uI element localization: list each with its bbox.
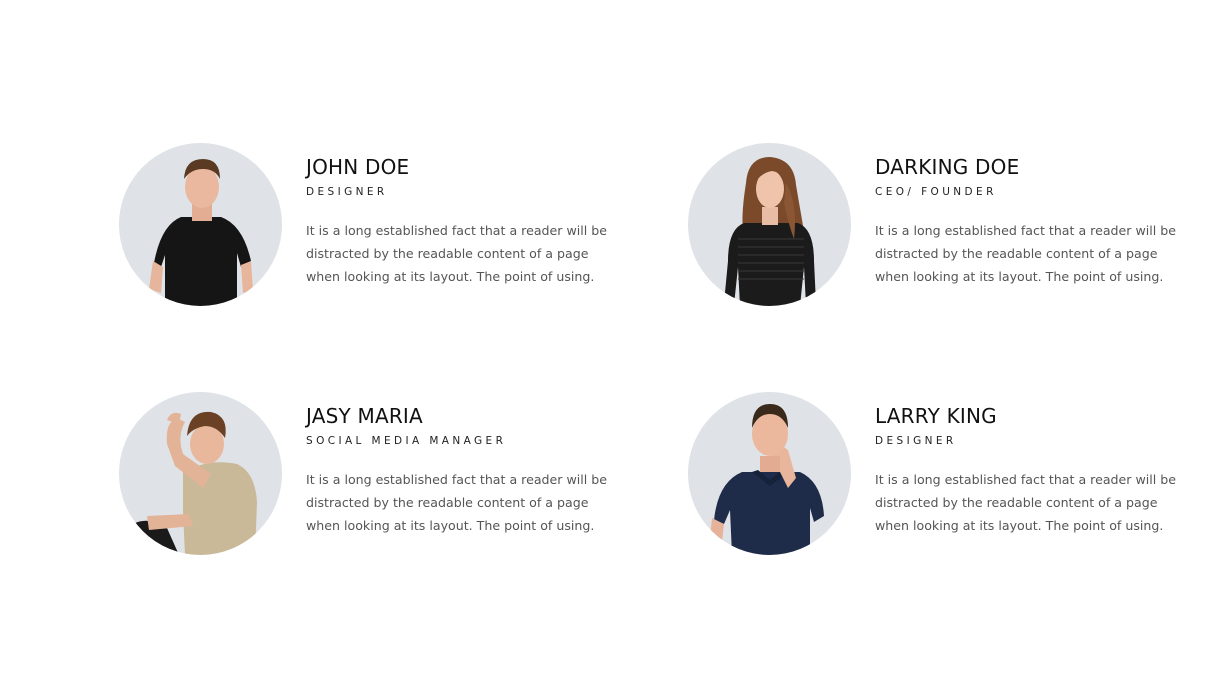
member-role: DESIGNER [875, 435, 957, 447]
member-info: DARKING DOE CEO/ FOUNDER It is a long es… [875, 155, 1195, 301]
team-member-card: JOHN DOE DESIGNER It is a long establish… [119, 143, 619, 313]
member-info: JASY MARIA SOCIAL MEDIA MANAGER It is a … [306, 404, 626, 550]
member-bio: It is a long established fact that a rea… [875, 223, 1177, 284]
person-photo [688, 143, 851, 306]
team-member-card: DARKING DOE CEO/ FOUNDER It is a long es… [688, 143, 1188, 313]
avatar [119, 143, 282, 306]
avatar [688, 392, 851, 555]
person-photo [688, 392, 851, 555]
team-member-card: JASY MARIA SOCIAL MEDIA MANAGER It is a … [119, 392, 619, 562]
person-photo [119, 143, 282, 306]
member-role: CEO/ FOUNDER [875, 186, 997, 198]
person-photo [119, 392, 282, 555]
avatar [119, 392, 282, 555]
member-role: SOCIAL MEDIA MANAGER [306, 435, 507, 447]
member-info: LARRY KING DESIGNER It is a long establi… [875, 404, 1195, 550]
member-name: LARRY KING [875, 404, 997, 428]
member-bio: It is a long established fact that a rea… [306, 223, 608, 284]
team-member-card: LARRY KING DESIGNER It is a long establi… [688, 392, 1188, 562]
member-bio: It is a long established fact that a rea… [306, 472, 608, 533]
member-name: JASY MARIA [306, 404, 423, 428]
member-info: JOHN DOE DESIGNER It is a long establish… [306, 155, 626, 301]
member-bio: It is a long established fact that a rea… [875, 472, 1177, 533]
member-name: JOHN DOE [306, 155, 410, 179]
avatar [688, 143, 851, 306]
member-role: DESIGNER [306, 186, 388, 198]
member-name: DARKING DOE [875, 155, 1020, 179]
